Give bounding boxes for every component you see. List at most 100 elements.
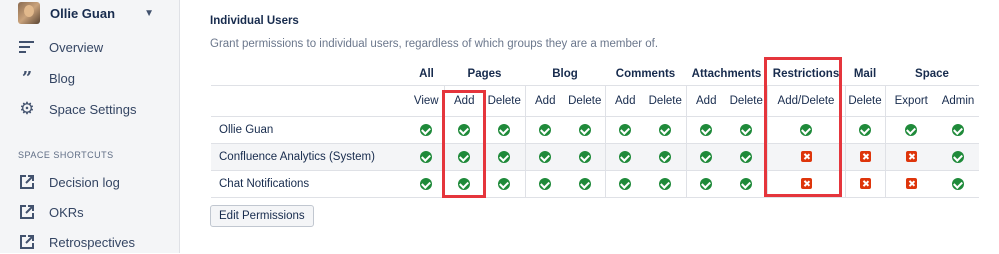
user-name-cell: Chat Notifications [211,170,409,198]
permission-cell [685,116,726,144]
group-header: Comments [615,67,676,80]
op-header: Add [685,85,726,117]
op-header: Delete [726,85,767,117]
op-header: Export [884,85,937,117]
check-icon [619,150,632,163]
op-header: Add [524,85,565,117]
check-icon [952,123,964,136]
permission-cell [565,170,605,198]
external-link-icon [18,173,36,191]
shortcut-label: Retrospectives [49,234,135,250]
sidebar-item-label: Space Settings [49,101,137,117]
permission-cell [766,143,845,171]
user-name: Ollie Guan [50,5,116,21]
check-icon [420,177,433,190]
cross-icon [905,151,917,163]
check-icon [859,123,871,136]
permission-cell [565,116,605,144]
check-icon [578,123,591,136]
group-header: Space [915,67,949,80]
op-header: Add [604,85,645,117]
permission-cell [443,143,484,171]
external-link-icon [18,233,36,251]
space-shortcuts-heading: SPACE SHORTCUTS [18,150,114,160]
op-header: Delete [565,85,605,117]
permission-cell [645,170,686,198]
permission-cell [685,143,726,171]
permission-cell [443,170,484,198]
sidebar-item-label: Overview [49,39,104,55]
check-icon [420,150,433,163]
user-menu[interactable]: Ollie Guan ▼ [18,1,168,25]
permission-cell [726,170,767,198]
check-icon [619,123,632,136]
edit-permissions-button[interactable]: Edit Permissions [210,205,314,227]
permission-cell [937,143,979,171]
permission-cell [443,116,484,144]
check-icon [700,123,713,136]
check-icon [740,150,753,163]
table-row: Confluence Analytics (System) [211,143,979,171]
check-icon [619,177,632,190]
cross-icon [859,178,871,190]
avatar [18,2,40,24]
sidebar-item-blog[interactable]: ” Blog [18,66,75,90]
check-icon [458,150,471,163]
permission-cell [844,143,885,171]
permission-cell [766,116,845,144]
check-icon [458,123,471,136]
shortcut-label: OKRs [49,204,84,220]
check-icon [659,150,672,163]
group-header: Blog [552,67,578,80]
permission-cell [604,170,645,198]
permission-cell [726,143,767,171]
check-icon [952,177,964,190]
sidebar-item-label: Blog [49,70,76,86]
permission-cell [645,143,686,171]
group-header: Attachments [691,67,762,80]
sidebar: Ollie Guan ▼ Overview ” Blog ⚙ Space Set… [0,0,180,253]
check-icon [700,177,713,190]
section-description: Grant permissions to individual users, r… [210,38,659,50]
table-row: Chat Notifications [211,170,979,198]
permission-cell [409,170,444,198]
chevron-down-icon: ▼ [144,7,154,19]
shortcut-decision-log[interactable]: Decision log [18,170,120,194]
check-icon [905,123,918,136]
permission-cell [484,170,525,198]
check-icon [498,123,511,136]
sidebar-item-space-settings[interactable]: ⚙ Space Settings [18,97,136,121]
check-icon [659,123,672,136]
main-content: Individual Users Grant permissions to in… [181,0,999,253]
check-icon [498,177,511,190]
check-icon [539,177,552,190]
permission-cell [884,116,937,144]
permission-cell [484,116,525,144]
user-name-cell: Confluence Analytics (System) [211,143,409,171]
cross-icon [800,178,812,190]
check-icon [498,150,511,163]
permission-cell [937,116,979,144]
check-icon [578,150,591,163]
permission-cell [685,170,726,198]
op-header: Delete [844,85,885,117]
op-header: Delete [484,85,525,117]
check-icon [458,177,471,190]
permission-cell [726,116,767,144]
check-icon [952,150,964,163]
check-icon [700,150,713,163]
group-header: Restrictions [772,67,840,80]
check-icon [800,123,812,136]
shortcut-label: Decision log [49,174,120,190]
shortcut-retrospectives[interactable]: Retrospectives [18,230,135,254]
permission-cell [524,170,565,198]
permission-cell [409,143,444,171]
shortcut-okrs[interactable]: OKRs [18,200,84,224]
permission-cell [884,170,937,198]
op-header-empty [211,85,409,117]
group-header: Pages [467,67,502,80]
op-header: Add [443,85,484,117]
table-row: Ollie Guan [211,116,979,144]
overview-icon [18,38,36,56]
sidebar-item-overview[interactable]: Overview [18,35,103,59]
